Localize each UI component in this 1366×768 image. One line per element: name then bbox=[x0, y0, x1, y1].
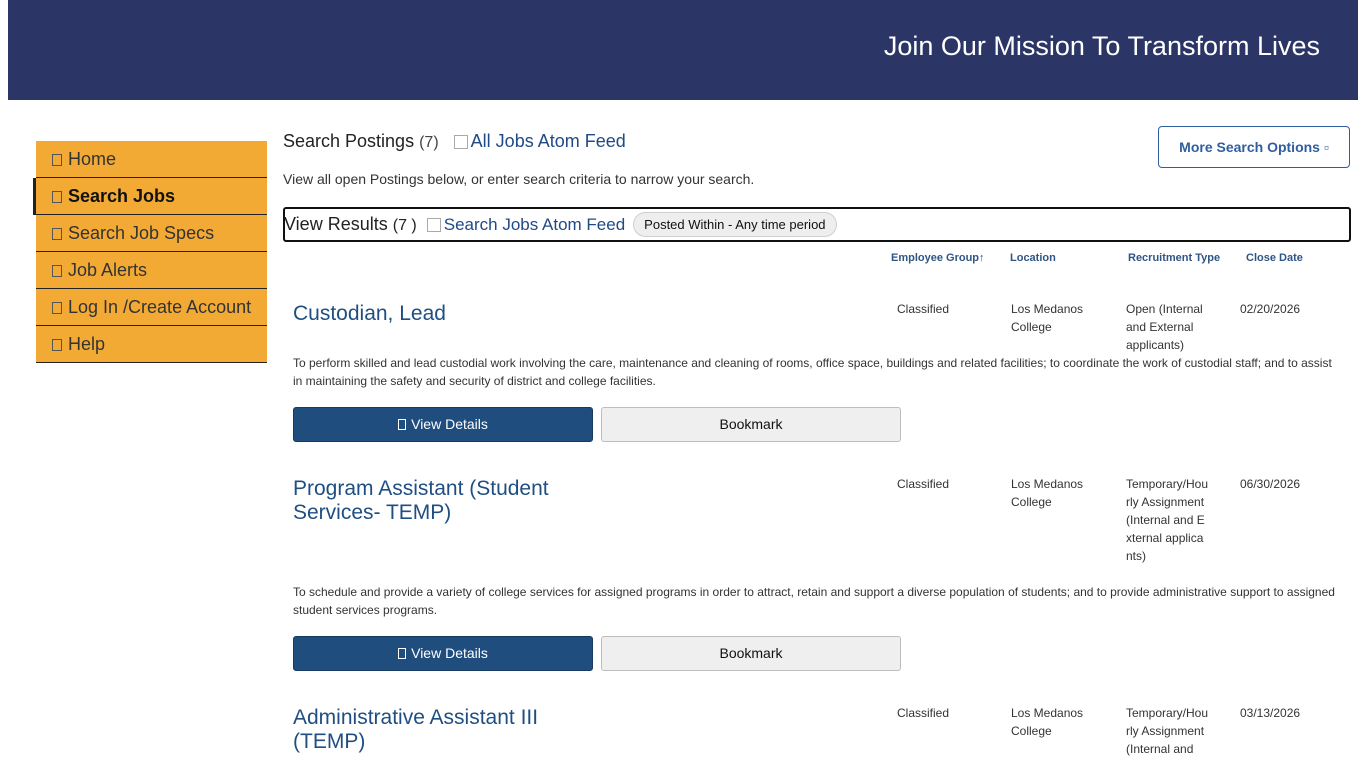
chevron-down-icon: ▫ bbox=[1323, 139, 1329, 155]
logo-image[interactable] bbox=[18, 10, 34, 26]
job-close-date: 02/20/2026 bbox=[1240, 302, 1301, 316]
sidebar-item-search-job-specs[interactable]: Search Job Specs bbox=[36, 215, 267, 252]
job-recruitment-type: Temporary/Hourly Assignment (Internal an… bbox=[1126, 706, 1209, 756]
header-title: Join Our Mission To Transform Lives bbox=[883, 31, 1320, 61]
bell-icon bbox=[52, 265, 62, 277]
job-title-link[interactable]: Program Assistant (Student Services- TEM… bbox=[293, 477, 593, 525]
sidebar-item-label: Search Job Specs bbox=[68, 223, 215, 243]
results-count: (7 ) bbox=[392, 217, 417, 234]
user-icon bbox=[52, 302, 62, 314]
view-details-button[interactable]: View Details bbox=[293, 636, 593, 671]
page-header: Join Our Mission To Transform Lives bbox=[8, 0, 1358, 100]
job-title-link[interactable]: Administrative Assistant III (TEMP) bbox=[293, 706, 593, 754]
sidebar-item-label: Home bbox=[68, 149, 117, 169]
results-title: View Results (7 ) bbox=[284, 214, 417, 235]
job-employee-group: Classified bbox=[897, 477, 950, 491]
search-jobs-feed-link[interactable]: Search Jobs Atom Feed bbox=[426, 214, 626, 235]
info-icon bbox=[398, 419, 407, 430]
column-header-recruitment-type[interactable]: Recruitment Type bbox=[1128, 252, 1220, 264]
sidebar-item-label: Job Alerts bbox=[68, 260, 148, 280]
search-title-text: Search Postings bbox=[283, 131, 415, 151]
job-close-date: 06/30/2026 bbox=[1240, 477, 1301, 491]
feed-link-label: All Jobs Atom Feed bbox=[470, 131, 626, 151]
view-details-label: View Details bbox=[411, 416, 488, 432]
broken-image-icon bbox=[453, 135, 468, 149]
job-location: Los Medanos College bbox=[1011, 706, 1084, 738]
column-header-employee-group[interactable]: Employee Group↑ bbox=[891, 252, 985, 264]
sidebar-item-search-jobs[interactable]: Search Jobs bbox=[33, 178, 267, 215]
home-icon bbox=[52, 154, 62, 166]
all-jobs-feed-link[interactable]: All Jobs Atom Feed bbox=[453, 131, 626, 151]
question-icon bbox=[52, 339, 62, 351]
results-bar: View Results (7 ) Search Jobs Atom Feed … bbox=[283, 207, 1351, 242]
column-header-location[interactable]: Location bbox=[1010, 252, 1056, 264]
results-title-text: View Results bbox=[284, 214, 388, 234]
bookmark-button[interactable]: Bookmark bbox=[601, 407, 901, 442]
sidebar-item-login[interactable]: Log In /Create Account bbox=[36, 289, 267, 326]
job-recruitment-type: Temporary/Hourly Assignment (Internal an… bbox=[1126, 477, 1209, 563]
more-search-options-button[interactable]: More Search Options ▫ bbox=[1158, 126, 1350, 168]
view-details-button[interactable]: View Details bbox=[293, 407, 593, 442]
job-location: Los Medanos College bbox=[1011, 477, 1084, 509]
more-search-options-label: More Search Options bbox=[1179, 139, 1320, 155]
view-details-label: View Details bbox=[411, 645, 488, 661]
search-subtitle: View all open Postings below, or enter s… bbox=[283, 171, 755, 187]
search-icon bbox=[52, 228, 62, 240]
feed-link-label: Search Jobs Atom Feed bbox=[443, 214, 626, 234]
job-description: To perform skilled and lead custodial wo… bbox=[293, 356, 1332, 388]
sidebar-item-label: Help bbox=[68, 334, 106, 354]
job-employee-group: Classified bbox=[897, 706, 950, 720]
column-header-close-date[interactable]: Close Date bbox=[1246, 252, 1303, 264]
sidebar-nav: Home Search Jobs Search Job Specs Job Al… bbox=[33, 141, 267, 363]
job-title-link[interactable]: Custodian, Lead bbox=[293, 302, 593, 326]
job-description: To schedule and provide a variety of col… bbox=[293, 585, 1335, 617]
sidebar-item-label: Log In /Create Account bbox=[68, 297, 252, 317]
sidebar-item-label: Search Jobs bbox=[68, 186, 176, 206]
page-title: Search Postings (7) All Jobs Atom Feed bbox=[283, 131, 626, 152]
job-location: Los Medanos College bbox=[1011, 302, 1084, 334]
job-recruitment-type: Open (Internal and External applicants) bbox=[1126, 302, 1203, 352]
info-icon bbox=[398, 648, 407, 659]
bookmark-button[interactable]: Bookmark bbox=[601, 636, 901, 671]
filter-pill[interactable]: Posted Within - Any time period bbox=[633, 212, 837, 237]
sidebar-item-home[interactable]: Home bbox=[36, 141, 267, 178]
job-employee-group: Classified bbox=[897, 302, 950, 316]
broken-image-icon bbox=[426, 217, 441, 232]
job-close-date: 03/13/2026 bbox=[1240, 706, 1301, 720]
sidebar-item-help[interactable]: Help bbox=[36, 326, 267, 363]
sidebar-item-job-alerts[interactable]: Job Alerts bbox=[36, 252, 267, 289]
postings-count: (7) bbox=[419, 134, 439, 151]
search-icon bbox=[52, 191, 62, 203]
